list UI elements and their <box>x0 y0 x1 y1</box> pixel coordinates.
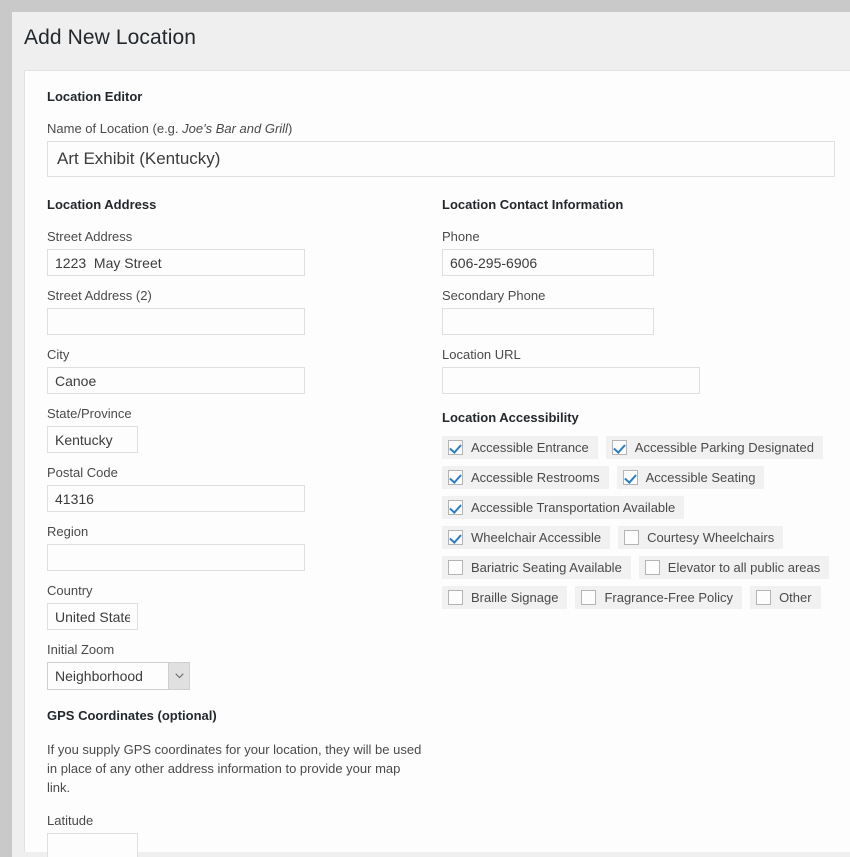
checkbox-label: Elevator to all public areas <box>668 560 820 575</box>
checkbox-box[interactable] <box>623 470 638 485</box>
gps-coordinates-description: If you supply GPS coordinates for your l… <box>47 740 427 797</box>
accessibility-checkbox-list: Accessible Entrance Accessible Parking D… <box>442 436 842 609</box>
accessibility-row: Bariatric Seating Available Elevator to … <box>442 556 842 579</box>
checkbox-accessible-transportation-available[interactable]: Accessible Transportation Available <box>442 496 684 519</box>
location-url-field-group: Location URL <box>442 347 842 394</box>
street-address-label: Street Address <box>47 229 442 245</box>
name-of-location-label: Name of Location (e.g. Joe's Bar and Gri… <box>47 121 828 137</box>
admin-page: Add New Location Location Editor Name of… <box>12 12 850 857</box>
accessibility-row: Braille Signage Fragrance-Free Policy Ot… <box>442 586 842 609</box>
checkbox-box[interactable] <box>448 590 463 605</box>
gps-coordinates-section: GPS Coordinates (optional) If you supply… <box>47 708 442 857</box>
checkbox-box[interactable] <box>645 560 660 575</box>
checkbox-box[interactable] <box>581 590 596 605</box>
region-label: Region <box>47 524 442 540</box>
accessibility-row: Accessible Transportation Available <box>442 496 842 519</box>
checkbox-label: Accessible Transportation Available <box>471 500 675 515</box>
location-contact-heading: Location Contact Information <box>442 197 842 213</box>
location-url-input[interactable] <box>442 367 700 394</box>
country-input[interactable] <box>47 603 138 630</box>
initial-zoom-select-wrap[interactable]: Neighborhood <box>47 662 190 690</box>
checkbox-box[interactable] <box>448 500 463 515</box>
checkbox-box[interactable] <box>612 440 627 455</box>
phone-input[interactable] <box>442 249 654 276</box>
checkbox-label: Other <box>779 590 812 605</box>
latitude-input[interactable] <box>47 833 138 857</box>
page-title: Add New Location <box>24 24 850 52</box>
state-province-input[interactable] <box>47 426 138 453</box>
region-input[interactable] <box>47 544 305 571</box>
secondary-phone-label: Secondary Phone <box>442 288 842 304</box>
location-address-heading: Location Address <box>47 197 442 213</box>
name-label-suffix: ) <box>288 121 292 136</box>
postal-code-field-group: Postal Code <box>47 465 442 512</box>
country-field-group: Country <box>47 583 442 630</box>
checkbox-other[interactable]: Other <box>750 586 821 609</box>
checkbox-label: Bariatric Seating Available <box>471 560 622 575</box>
checkbox-label: Accessible Restrooms <box>471 470 600 485</box>
region-field-group: Region <box>47 524 442 571</box>
city-field-group: City <box>47 347 442 394</box>
checkbox-wheelchair-accessible[interactable]: Wheelchair Accessible <box>442 526 610 549</box>
checkbox-label: Accessible Seating <box>646 470 756 485</box>
location-accessibility-heading: Location Accessibility <box>442 410 842 426</box>
name-of-location-input[interactable] <box>47 141 835 177</box>
secondary-phone-input[interactable] <box>442 308 654 335</box>
country-label: Country <box>47 583 442 599</box>
checkbox-fragrance-free-policy[interactable]: Fragrance-Free Policy <box>575 586 742 609</box>
accessibility-row: Accessible Entrance Accessible Parking D… <box>442 436 842 459</box>
page-header: Add New Location <box>12 12 850 58</box>
postal-code-label: Postal Code <box>47 465 442 481</box>
checkbox-box[interactable] <box>624 530 639 545</box>
checkbox-box[interactable] <box>448 470 463 485</box>
checkbox-accessible-entrance[interactable]: Accessible Entrance <box>442 436 598 459</box>
name-label-prefix: Name of Location (e.g. <box>47 121 182 136</box>
location-editor-heading: Location Editor <box>47 89 828 105</box>
state-province-field-group: State/Province <box>47 406 442 453</box>
address-column: Location Address Street Address Street A… <box>47 197 442 857</box>
gps-coordinates-heading: GPS Coordinates (optional) <box>47 708 442 724</box>
postal-code-input[interactable] <box>47 485 305 512</box>
accessibility-row: Accessible Restrooms Accessible Seating <box>442 466 842 489</box>
location-url-label: Location URL <box>442 347 842 363</box>
latitude-field-group: Latitude <box>47 813 442 857</box>
checkbox-label: Wheelchair Accessible <box>471 530 601 545</box>
initial-zoom-field-group: Initial Zoom Neighborhood <box>47 642 442 690</box>
phone-field-group: Phone <box>442 229 842 276</box>
checkbox-box[interactable] <box>756 590 771 605</box>
name-label-example: Joe's Bar and Grill <box>182 121 288 136</box>
checkbox-box[interactable] <box>448 560 463 575</box>
street-address-2-input[interactable] <box>47 308 305 335</box>
initial-zoom-label: Initial Zoom <box>47 642 442 658</box>
secondary-phone-field-group: Secondary Phone <box>442 288 842 335</box>
checkbox-box[interactable] <box>448 440 463 455</box>
checkbox-label: Fragrance-Free Policy <box>604 590 733 605</box>
checkbox-label: Accessible Entrance <box>471 440 589 455</box>
street-address-2-field-group: Street Address (2) <box>47 288 442 335</box>
city-label: City <box>47 347 442 363</box>
checkbox-courtesy-wheelchairs[interactable]: Courtesy Wheelchairs <box>618 526 783 549</box>
street-address-input[interactable] <box>47 249 305 276</box>
initial-zoom-select[interactable]: Neighborhood <box>47 662 190 690</box>
city-input[interactable] <box>47 367 305 394</box>
phone-label: Phone <box>442 229 842 245</box>
checkbox-accessible-restrooms[interactable]: Accessible Restrooms <box>442 466 609 489</box>
checkbox-accessible-parking-designated[interactable]: Accessible Parking Designated <box>606 436 823 459</box>
street-address-2-label: Street Address (2) <box>47 288 442 304</box>
state-province-label: State/Province <box>47 406 442 422</box>
street-address-field-group: Street Address <box>47 229 442 276</box>
contact-accessibility-column: Location Contact Information Phone Secon… <box>442 197 842 616</box>
name-of-location-field-group: Name of Location (e.g. Joe's Bar and Gri… <box>47 121 828 177</box>
checkbox-elevator-to-all-public-areas[interactable]: Elevator to all public areas <box>639 556 829 579</box>
checkbox-accessible-seating[interactable]: Accessible Seating <box>617 466 765 489</box>
accessibility-row: Wheelchair Accessible Courtesy Wheelchai… <box>442 526 842 549</box>
checkbox-label: Accessible Parking Designated <box>635 440 814 455</box>
latitude-label: Latitude <box>47 813 442 829</box>
checkbox-braille-signage[interactable]: Braille Signage <box>442 586 567 609</box>
checkbox-box[interactable] <box>448 530 463 545</box>
location-editor-panel: Location Editor Name of Location (e.g. J… <box>24 70 850 852</box>
checkbox-bariatric-seating-available[interactable]: Bariatric Seating Available <box>442 556 631 579</box>
checkbox-label: Courtesy Wheelchairs <box>647 530 774 545</box>
checkbox-label: Braille Signage <box>471 590 558 605</box>
